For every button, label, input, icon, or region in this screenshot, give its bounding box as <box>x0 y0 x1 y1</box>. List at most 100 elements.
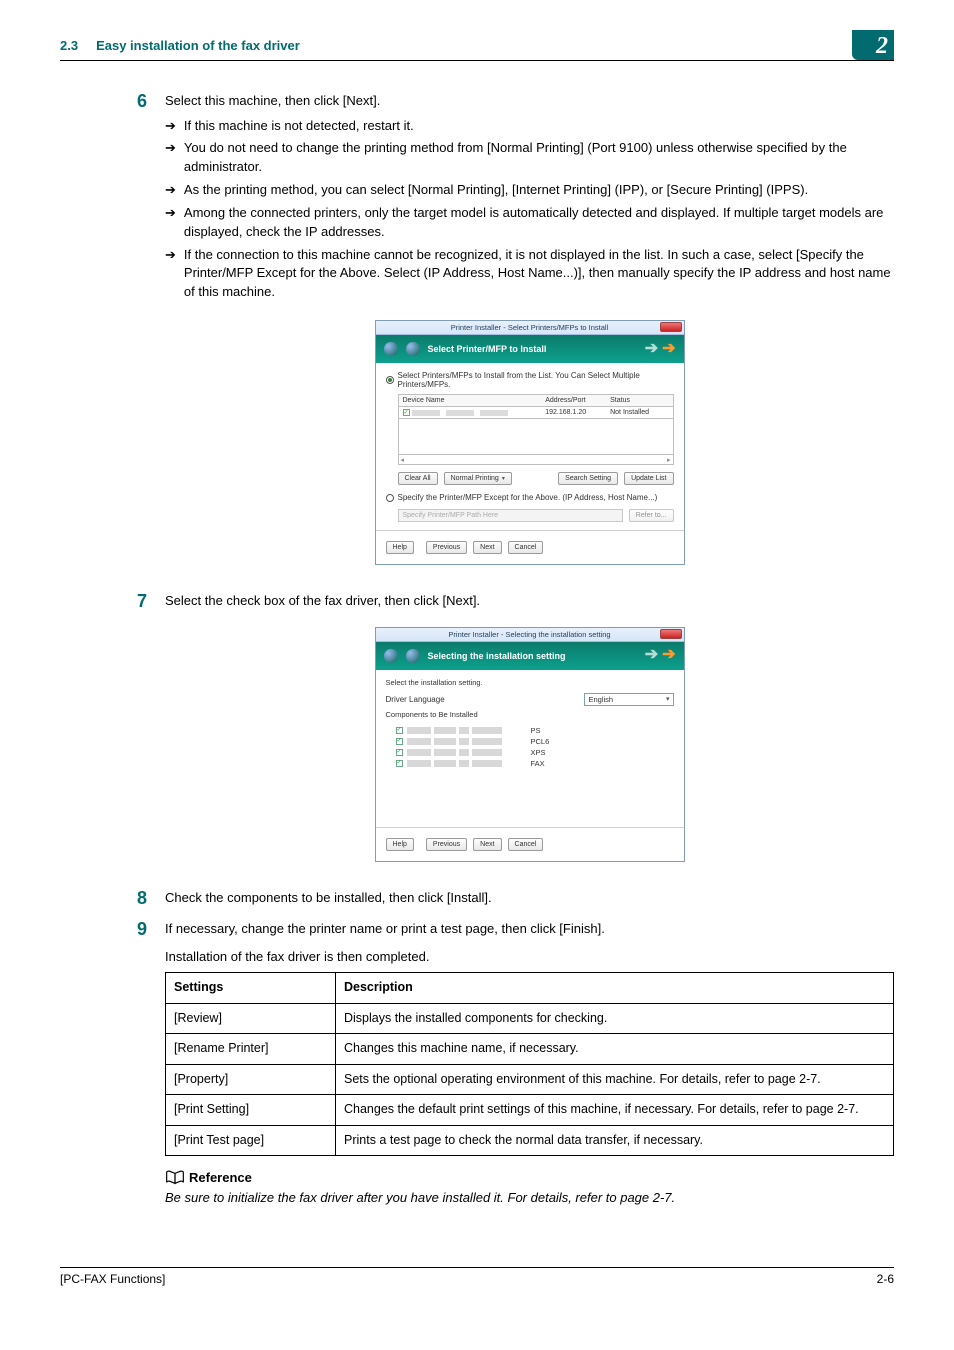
footer-left: [PC-FAX Functions] <box>60 1272 165 1286</box>
step-9-extra: Installation of the fax driver is then c… <box>165 947 894 967</box>
step-9-text: If necessary, change the printer name or… <box>165 919 894 939</box>
redacted-device-name <box>480 410 508 416</box>
component-xps: XPS <box>531 748 546 757</box>
setting-desc: Displays the installed components for ch… <box>336 1003 894 1034</box>
arrow-icon: ➔ <box>165 246 176 303</box>
components-label: Components to Be Installed <box>386 710 674 719</box>
refer-to-button[interactable]: Refer to... <box>629 509 674 522</box>
cancel-button[interactable]: Cancel <box>508 541 544 554</box>
setting-name: [Property] <box>166 1064 336 1095</box>
component-checkbox[interactable] <box>396 749 403 756</box>
arrow-icon: ➔ <box>165 204 176 242</box>
step-6-sub-2: As the printing method, you can select [… <box>184 181 808 200</box>
printer-row-status: Not Installed <box>610 409 668 416</box>
arrow-icon: ➔ <box>165 117 176 136</box>
step-6-sub-1: You do not need to change the printing m… <box>184 139 894 177</box>
wizard-ball-prev-icon <box>384 649 398 663</box>
close-icon[interactable] <box>660 629 682 639</box>
printer-row-address: 192.168.1.20 <box>545 409 610 416</box>
step-8-text: Check the components to be installed, th… <box>165 890 492 905</box>
setting-desc: Prints a test page to check the normal d… <box>336 1125 894 1156</box>
reference-text: Be sure to initialize the fax driver aft… <box>165 1189 894 1207</box>
table-row: [Print Setting]Changes the default print… <box>166 1095 894 1126</box>
component-fax: FAX <box>531 759 545 768</box>
radio-select-from-list[interactable] <box>386 376 394 384</box>
wizard-arrow-icon: ➔ <box>645 343 658 356</box>
wizard-arrow-icon: ➔ <box>645 649 658 662</box>
printer-list-empty <box>398 419 674 455</box>
dialog-select-printer: Printer Installer - Select Printers/MFPs… <box>375 320 685 565</box>
setting-name: [Print Setting] <box>166 1095 336 1126</box>
step-6-sub-4: If the connection to this machine cannot… <box>184 246 894 303</box>
settings-table: Settings Description [Review]Displays th… <box>165 972 894 1156</box>
clear-all-button[interactable]: Clear All <box>398 472 438 485</box>
wizard-ball-current-icon <box>406 342 420 356</box>
setting-desc: Sets the optional operating environment … <box>336 1064 894 1095</box>
setting-name: [Review] <box>166 1003 336 1034</box>
dialog2-banner: Selecting the installation setting <box>428 651 566 661</box>
chapter-badge: 2 <box>852 30 894 60</box>
radio-specify-printer-label: Specify the Printer/MFP Except for the A… <box>398 493 658 502</box>
wizard-arrow-icon: ➔ <box>662 649 675 662</box>
setting-desc: Changes the default print settings of th… <box>336 1095 894 1126</box>
reference-book-icon <box>165 1170 185 1185</box>
radio-select-from-list-label: Select Printers/MFPs to Install from the… <box>398 371 674 389</box>
step-7-text: Select the check box of the fax driver, … <box>165 593 480 608</box>
table-row: [Rename Printer]Changes this machine nam… <box>166 1034 894 1065</box>
settings-col-2: Description <box>336 973 894 1004</box>
specify-path-input[interactable]: Specify Printer/MFP Path Here <box>398 509 623 522</box>
driver-language-label: Driver Language <box>386 695 445 704</box>
component-checkbox[interactable] <box>396 760 403 767</box>
section-title: Easy installation of the fax driver <box>96 38 300 53</box>
update-list-button[interactable]: Update List <box>624 472 673 485</box>
help-button[interactable]: Help <box>386 838 414 851</box>
redacted-device-name <box>412 410 440 416</box>
search-setting-button[interactable]: Search Setting <box>558 472 618 485</box>
col-address-port: Address/Port <box>545 397 610 404</box>
radio-specify-printer[interactable] <box>386 494 394 502</box>
table-row: [Review]Displays the installed component… <box>166 1003 894 1034</box>
arrow-icon: ➔ <box>165 181 176 200</box>
component-checkbox[interactable] <box>396 727 403 734</box>
section-number: 2.3 <box>60 38 78 53</box>
step-6-text: Select this machine, then click [Next]. <box>165 93 380 108</box>
previous-button[interactable]: Previous <box>426 838 467 851</box>
next-button[interactable]: Next <box>473 838 501 851</box>
close-icon[interactable] <box>660 322 682 332</box>
component-pcl6: PCL6 <box>531 737 550 746</box>
driver-language-select[interactable]: English <box>584 693 674 706</box>
step-6-sub-3: Among the connected printers, only the t… <box>184 204 894 242</box>
footer-right: 2-6 <box>877 1272 894 1286</box>
dialog1-title: Printer Installer - Select Printers/MFPs… <box>451 323 609 332</box>
setting-desc: Changes this machine name, if necessary. <box>336 1034 894 1065</box>
wizard-ball-prev-icon <box>384 342 398 356</box>
help-button[interactable]: Help <box>386 541 414 554</box>
redacted-device-name <box>446 410 474 416</box>
select-setting-label: Select the installation setting. <box>386 678 674 687</box>
table-row: [Print Test page]Prints a test page to c… <box>166 1125 894 1156</box>
dialog2-title: Printer Installer - Selecting the instal… <box>448 630 610 639</box>
component-checkbox[interactable] <box>396 738 403 745</box>
col-device-name: Device Name <box>403 397 546 404</box>
table-row: [Property]Sets the optional operating en… <box>166 1064 894 1095</box>
wizard-ball-current-icon <box>406 649 420 663</box>
setting-name: [Rename Printer] <box>166 1034 336 1065</box>
cancel-button[interactable]: Cancel <box>508 838 544 851</box>
col-status: Status <box>610 397 668 404</box>
step-number-9: 9 <box>127 919 147 966</box>
printing-method-combo[interactable]: Normal Printing <box>444 472 512 485</box>
step-number-8: 8 <box>127 888 147 910</box>
printer-list-row[interactable]: 192.168.1.20 Not Installed <box>398 407 674 419</box>
page-footer: [PC-FAX Functions] 2-6 <box>60 1267 894 1286</box>
settings-col-1: Settings <box>166 973 336 1004</box>
component-ps: PS <box>531 726 541 735</box>
next-button[interactable]: Next <box>473 541 501 554</box>
scrollbar[interactable]: ◂▸ <box>398 455 674 465</box>
page-header: 2.3 Easy installation of the fax driver … <box>60 30 894 61</box>
printer-row-checkbox[interactable] <box>403 409 410 416</box>
arrow-icon: ➔ <box>165 139 176 177</box>
reference-heading: Reference <box>189 1170 252 1185</box>
previous-button[interactable]: Previous <box>426 541 467 554</box>
dialog-install-setting: Printer Installer - Selecting the instal… <box>375 627 685 862</box>
step-6-sub-0: If this machine is not detected, restart… <box>184 117 414 136</box>
